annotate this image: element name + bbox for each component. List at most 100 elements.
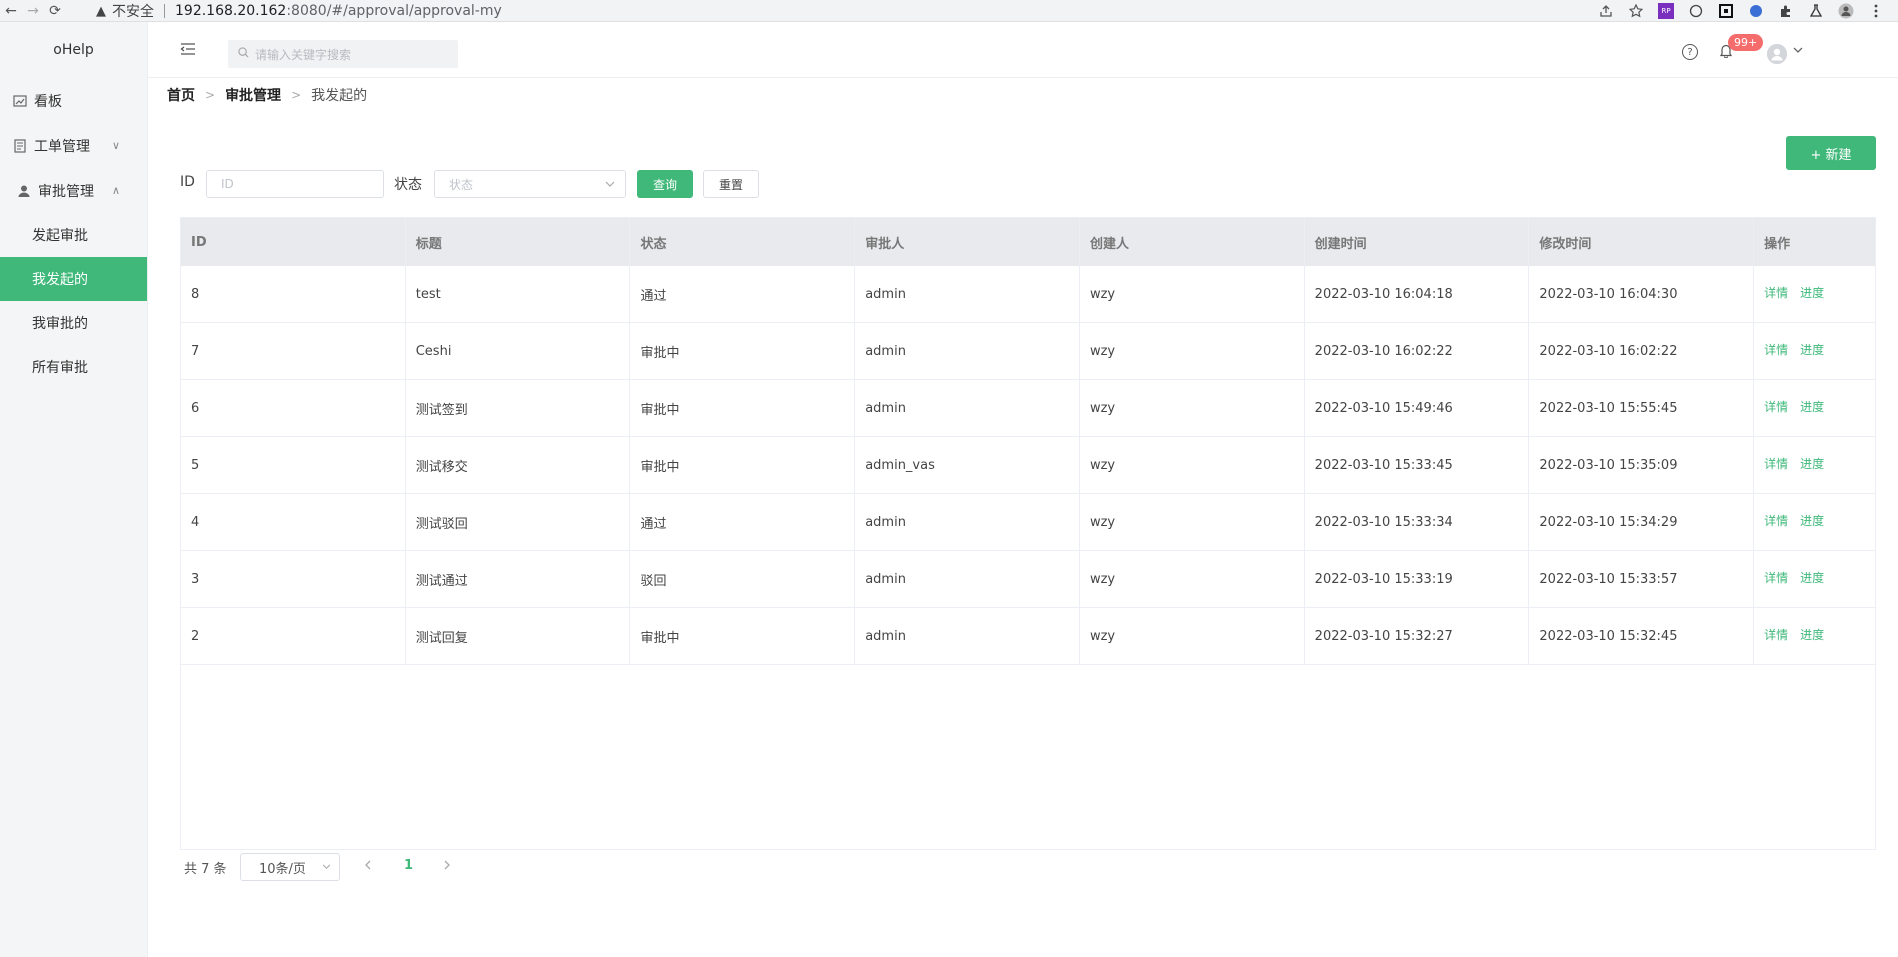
- share-icon[interactable]: [1598, 3, 1614, 19]
- column-header: ID: [181, 218, 406, 266]
- chevron-up-icon: ∧: [112, 184, 121, 197]
- progress-link[interactable]: 进度: [1800, 341, 1824, 358]
- total-count: 共 7 条: [184, 861, 227, 877]
- cell-actions: 详情 进度: [1754, 551, 1875, 607]
- detail-link[interactable]: 详情: [1764, 398, 1788, 415]
- column-header: 创建时间: [1305, 218, 1530, 266]
- sidebar-subitem-start-approval[interactable]: 发起审批: [0, 213, 147, 257]
- cell-status: 驳回: [630, 551, 856, 607]
- cell-id: 6: [181, 380, 406, 436]
- sidebar-subitem-all-approvals[interactable]: 所有审批: [0, 345, 147, 389]
- rp-icon[interactable]: RP: [1658, 3, 1674, 19]
- insecure-label: 不安全: [112, 4, 154, 20]
- query-button[interactable]: 查询: [637, 170, 693, 198]
- cell-actions: 详情 进度: [1754, 380, 1875, 436]
- cell-approver: admin: [855, 608, 1080, 664]
- detail-link[interactable]: 详情: [1764, 512, 1788, 529]
- puzzle-icon[interactable]: [1778, 3, 1794, 19]
- cell-updated-at: 2022-03-10 15:35:09: [1529, 437, 1755, 493]
- detail-link[interactable]: 详情: [1764, 569, 1788, 586]
- cell-status: 通过: [630, 266, 856, 322]
- cell-actions: 详情 进度: [1754, 608, 1875, 664]
- chevron-down-icon: [605, 178, 615, 191]
- progress-link[interactable]: 进度: [1800, 626, 1824, 643]
- help-icon[interactable]: ?: [1682, 44, 1698, 60]
- chevron-down-icon[interactable]: [1793, 46, 1803, 57]
- detail-link[interactable]: 详情: [1764, 455, 1788, 472]
- breadcrumb-parent[interactable]: 审批管理: [225, 85, 281, 105]
- status-filter-placeholder: 状态: [449, 177, 474, 192]
- top-header: 请输入关键字搜索 ? 99+: [148, 22, 1898, 78]
- page-number[interactable]: 1: [404, 858, 413, 873]
- progress-link[interactable]: 进度: [1800, 512, 1824, 529]
- translate-icon[interactable]: [1748, 3, 1764, 19]
- progress-link[interactable]: 进度: [1800, 455, 1824, 472]
- more-icon[interactable]: [1868, 3, 1884, 19]
- progress-link[interactable]: 进度: [1800, 398, 1824, 415]
- cell-creator: wzy: [1080, 266, 1305, 322]
- column-header: 创建人: [1080, 218, 1305, 266]
- cell-created-at: 2022-03-10 16:02:22: [1305, 323, 1530, 379]
- detail-link[interactable]: 详情: [1764, 341, 1788, 358]
- profile-icon[interactable]: [1838, 3, 1854, 19]
- cell-approver: admin: [855, 494, 1080, 550]
- column-header: 标题: [406, 218, 631, 266]
- cell-creator: wzy: [1080, 551, 1305, 607]
- detail-link[interactable]: 详情: [1764, 626, 1788, 643]
- table-row: 8 test 通过 admin wzy 2022-03-10 16:04:18 2022-0…: [181, 266, 1875, 323]
- address-bar[interactable]: ▲ 不安全 192.168.20.162 :8080/#/approval/ap…: [96, 0, 1656, 22]
- progress-link[interactable]: 进度: [1800, 569, 1824, 586]
- extension-icon[interactable]: [1688, 3, 1704, 19]
- next-page-icon[interactable]: [444, 859, 451, 873]
- cell-updated-at: 2022-03-10 16:02:22: [1529, 323, 1755, 379]
- cell-actions: 详情 进度: [1754, 494, 1875, 550]
- search-input[interactable]: 请输入关键字搜索: [228, 40, 458, 68]
- qr-icon[interactable]: [1718, 3, 1734, 19]
- sidebar-item-tickets[interactable]: 工单管理 ∨: [0, 123, 147, 168]
- back-icon[interactable]: ←: [0, 0, 22, 22]
- detail-link[interactable]: 详情: [1764, 284, 1788, 301]
- cell-actions: 详情 进度: [1754, 437, 1875, 493]
- avatar[interactable]: [1767, 44, 1787, 64]
- sidebar-subitem-my-approvals[interactable]: 我审批的: [0, 301, 147, 345]
- approval-table: ID 标题 状态 审批人 创建人 创建时间 修改时间 操作 8 test 通过 adm…: [180, 217, 1876, 850]
- cell-updated-at: 2022-03-10 15:32:45: [1529, 608, 1755, 664]
- cell-approver: admin: [855, 551, 1080, 607]
- cell-title: 测试签到: [406, 380, 631, 436]
- warning-icon: ▲: [96, 3, 106, 19]
- ticket-icon: [12, 138, 28, 154]
- reload-icon[interactable]: ⟳: [44, 0, 66, 22]
- reset-button[interactable]: 重置: [703, 170, 759, 198]
- cell-id: 2: [181, 608, 406, 664]
- app-logo[interactable]: oHelp: [0, 22, 147, 78]
- cell-actions: 详情 进度: [1754, 323, 1875, 379]
- cell-status: 审批中: [630, 608, 856, 664]
- sidebar: oHelp 看板 工单管理 ∨ 审批管理 ∧ 发起审批 我发起的 我审批的 所有…: [0, 22, 148, 957]
- extension-toolbar: RP: [1598, 0, 1884, 22]
- sidebar-subitem-my-initiated[interactable]: 我发起的: [0, 257, 147, 301]
- cell-id: 7: [181, 323, 406, 379]
- table-row: 6 测试签到 审批中 admin wzy 2022-03-10 15:49:46 2022-…: [181, 380, 1875, 437]
- menu-collapse-icon[interactable]: [180, 42, 196, 58]
- forward-icon[interactable]: →: [22, 0, 44, 22]
- id-filter-input[interactable]: ID: [206, 170, 384, 198]
- cell-approver: admin_vas: [855, 437, 1080, 493]
- sidebar-item-dashboard[interactable]: 看板: [0, 78, 147, 123]
- notification-badge: 99+: [1728, 34, 1764, 51]
- cell-created-at: 2022-03-10 15:32:27: [1305, 608, 1530, 664]
- cell-created-at: 2022-03-10 16:04:18: [1305, 266, 1530, 322]
- new-button[interactable]: + 新建: [1786, 136, 1876, 170]
- status-filter-select[interactable]: 状态: [434, 170, 626, 198]
- star-icon[interactable]: [1628, 3, 1644, 19]
- prev-page-icon[interactable]: [364, 859, 371, 873]
- cell-title: 测试通过: [406, 551, 631, 607]
- url-path: :8080/#/approval/approval-my: [286, 3, 502, 19]
- page-size-select[interactable]: 10条/页: [240, 853, 340, 881]
- breadcrumb-home[interactable]: 首页: [167, 85, 195, 105]
- progress-link[interactable]: 进度: [1800, 284, 1824, 301]
- cell-status: 审批中: [630, 437, 856, 493]
- flask-icon[interactable]: [1808, 3, 1824, 19]
- cell-actions: 详情 进度: [1754, 266, 1875, 322]
- cell-status: 审批中: [630, 323, 856, 379]
- sidebar-item-approvals[interactable]: 审批管理 ∧: [0, 168, 147, 213]
